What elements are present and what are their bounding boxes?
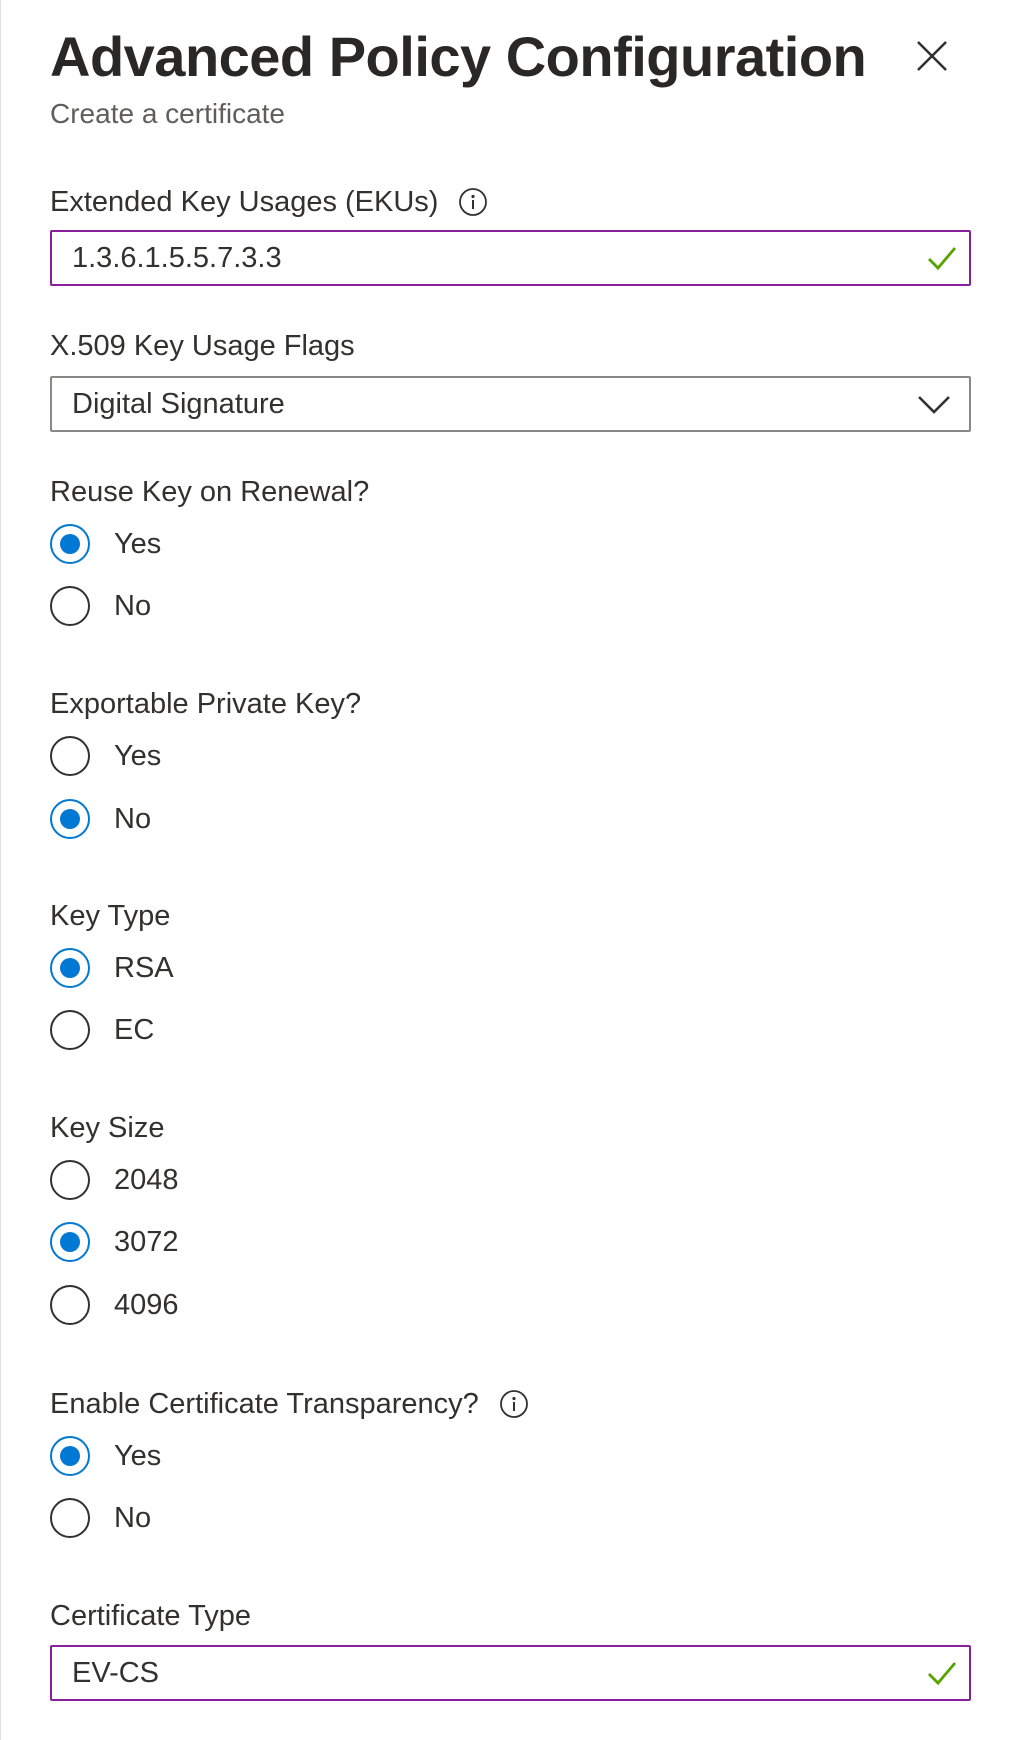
key-size-2048-radio[interactable]: 2048 [50, 1156, 179, 1204]
radio-label: Yes [114, 1440, 162, 1472]
page-title: Advanced Policy Configuration [50, 25, 867, 88]
key-usage-label: X.509 Key Usage Flags [50, 330, 355, 362]
radio-circle [50, 948, 90, 988]
ekus-input[interactable]: 1.3.6.1.5.5.7.3.3 [50, 230, 971, 286]
ekus-label-row: Extended Key Usages (EKUs) [50, 184, 488, 220]
key-type-ec-radio[interactable]: EC [50, 1006, 154, 1054]
ekus-info-icon[interactable] [458, 187, 488, 217]
panel-left-border [0, 0, 1, 1740]
key-size-4096-radio[interactable]: 4096 [50, 1281, 179, 1329]
key-size-3072-radio[interactable]: 3072 [50, 1218, 179, 1266]
exportable-label: Exportable Private Key? [50, 688, 362, 720]
radio-label: EC [114, 1014, 155, 1046]
radio-label: No [114, 590, 152, 622]
radio-label: RSA [114, 952, 174, 984]
radio-label: No [114, 803, 152, 835]
radio-circle [50, 736, 90, 776]
radio-circle [50, 1498, 90, 1538]
exportable-no-radio[interactable]: No [50, 795, 151, 843]
ekus-label: Extended Key Usages (EKUs) [50, 186, 439, 218]
transparency-no-radio[interactable]: No [50, 1494, 151, 1542]
advanced-policy-panel: Advanced Policy Configuration Create a c… [0, 0, 1018, 1740]
valid-check-icon [928, 1662, 957, 1686]
radio-circle [50, 524, 90, 564]
radio-circle [50, 1285, 90, 1325]
radio-circle [50, 586, 90, 626]
valid-check-icon [928, 247, 957, 271]
transparency-label: Enable Certificate Transparency? [50, 1388, 479, 1420]
cert-type-label: Certificate Type [50, 1600, 251, 1632]
transparency-label-row: Enable Certificate Transparency? [50, 1386, 529, 1422]
transparency-yes-radio[interactable]: Yes [50, 1432, 161, 1480]
key-type-rsa-radio[interactable]: RSA [50, 944, 174, 992]
radio-circle [50, 1222, 90, 1262]
ekus-input-value: 1.3.6.1.5.5.7.3.3 [72, 242, 282, 274]
radio-label: Yes [114, 740, 162, 772]
key-usage-selected: Digital Signature [72, 388, 285, 420]
close-button[interactable] [906, 30, 958, 82]
key-type-label: Key Type [50, 900, 171, 932]
cert-type-input[interactable]: EV-CS [50, 1645, 971, 1701]
radio-label: No [114, 1502, 152, 1534]
exportable-yes-radio[interactable]: Yes [50, 732, 161, 780]
key-size-label: Key Size [50, 1112, 165, 1144]
radio-label: 3072 [114, 1226, 179, 1258]
transparency-info-icon[interactable] [499, 1389, 529, 1419]
radio-circle [50, 1436, 90, 1476]
reuse-key-yes-radio[interactable]: Yes [50, 520, 161, 568]
radio-circle [50, 799, 90, 839]
radio-label: Yes [114, 528, 162, 560]
radio-label: 2048 [114, 1164, 179, 1196]
key-usage-dropdown[interactable]: Digital Signature [50, 376, 971, 432]
page-subtitle: Create a certificate [50, 98, 285, 129]
reuse-key-no-radio[interactable]: No [50, 582, 151, 630]
radio-circle [50, 1160, 90, 1200]
radio-circle [50, 1010, 90, 1050]
cert-type-input-value: EV-CS [72, 1657, 160, 1689]
close-icon [917, 41, 947, 71]
radio-label: 4096 [114, 1289, 179, 1321]
chevron-down-icon [918, 396, 950, 414]
reuse-key-label: Reuse Key on Renewal? [50, 476, 370, 508]
